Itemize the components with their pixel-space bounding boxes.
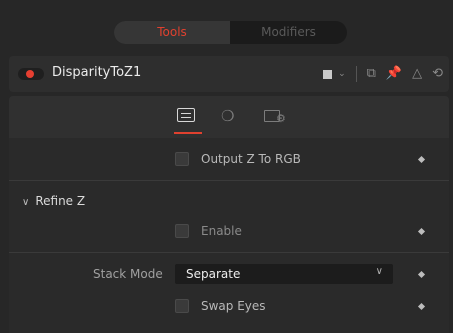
enable-checkbox[interactable] — [175, 224, 189, 238]
keyframe-diamond-icon[interactable] — [417, 270, 426, 279]
controls-icon — [177, 108, 195, 122]
node-title: DisparityToZ1 — [52, 65, 142, 80]
section-refine-z[interactable]: ∨ Refine Z — [22, 194, 85, 208]
tool-modifier-tabbar: Tools Modifiers — [114, 21, 347, 44]
color-swatch-icon[interactable] — [323, 69, 333, 79]
node-enable-toggle[interactable] — [18, 68, 44, 80]
3d-icon: ❍ — [221, 107, 235, 125]
reset-icon[interactable]: ⟲ — [432, 65, 443, 83]
section-title: Refine Z — [35, 194, 86, 208]
divider — [9, 180, 449, 181]
chevron-down-icon: ∨ — [22, 197, 30, 208]
tab-controls[interactable] — [174, 108, 202, 134]
chevron-down-icon: ∨ — [375, 266, 383, 277]
stack-mode-value: Separate — [186, 267, 241, 281]
lock-icon[interactable]: △ — [412, 65, 422, 83]
enable-label: Enable — [201, 224, 242, 238]
tab-3d[interactable]: ❍ — [221, 108, 243, 124]
stack-mode-label: Stack Mode — [93, 267, 163, 281]
tab-tools[interactable]: Tools — [114, 21, 230, 44]
toggle-dot-icon — [26, 70, 34, 78]
keyframe-diamond-icon[interactable] — [417, 302, 426, 311]
gear-icon: ⚙ — [276, 112, 286, 125]
tab-settings[interactable]: ⚙ — [264, 108, 286, 125]
chevron-down-icon[interactable]: ⌄ — [338, 65, 346, 83]
keyframe-diamond-icon[interactable] — [417, 155, 426, 164]
swap-eyes-label: Swap Eyes — [201, 299, 266, 313]
active-tab-underline — [174, 132, 202, 134]
inspector-subtabs: ❍ ⚙ — [9, 96, 449, 138]
output-z-to-rgb-label: Output Z To RGB — [201, 152, 301, 166]
pin-icon[interactable]: 📌 — [386, 65, 402, 83]
tab-modifiers[interactable]: Modifiers — [230, 21, 347, 44]
node-header: DisparityToZ1 ⌄ ⧉ 📌 △ ⟲ — [9, 56, 449, 92]
swap-eyes-checkbox[interactable] — [175, 299, 189, 313]
versions-icon[interactable]: ⧉ — [367, 65, 376, 83]
divider — [9, 252, 449, 253]
output-z-to-rgb-checkbox[interactable] — [175, 152, 189, 166]
stack-mode-dropdown[interactable]: Separate ∨ — [175, 264, 393, 284]
divider — [355, 66, 357, 82]
inspector-panel: ❍ ⚙ Output Z To RGB ∨ Refine Z Enable Sta… — [9, 96, 449, 333]
header-icons: ⌄ ⧉ 📌 △ ⟲ — [323, 65, 443, 83]
keyframe-diamond-icon[interactable] — [417, 227, 426, 236]
